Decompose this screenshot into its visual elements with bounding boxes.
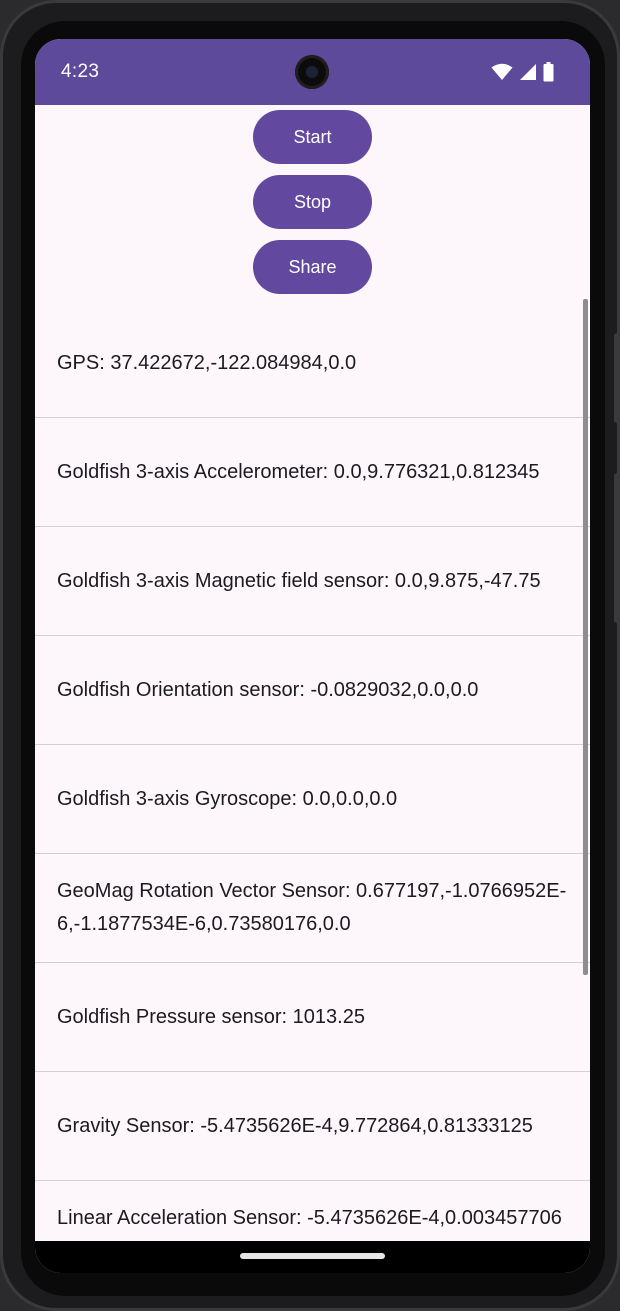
start-button[interactable]: Start bbox=[253, 110, 372, 164]
sensor-reading: Goldfish Pressure sensor: 1013.25 bbox=[57, 1005, 365, 1028]
stop-button[interactable]: Stop bbox=[253, 175, 372, 229]
navigation-bar bbox=[35, 1241, 590, 1273]
list-item: Goldfish 3-axis Gyroscope: 0.0,0.0,0.0 bbox=[35, 745, 590, 854]
sensor-reading: Goldfish 3-axis Magnetic field sensor: 0… bbox=[57, 569, 541, 592]
sensor-reading: Goldfish 3-axis Gyroscope: 0.0,0.0,0.0 bbox=[57, 787, 398, 810]
sensor-reading: GPS: 37.422672,-122.084984,0.0 bbox=[57, 351, 357, 374]
list-item: Linear Acceleration Sensor: -5.4735626E-… bbox=[35, 1181, 590, 1241]
cellular-signal-icon bbox=[520, 64, 536, 80]
sensor-reading: Gravity Sensor: -5.4735626E-4,9.772864,0… bbox=[57, 1114, 533, 1137]
front-camera bbox=[295, 55, 329, 89]
list-item: Gravity Sensor: -5.4735626E-4,9.772864,0… bbox=[35, 1072, 590, 1181]
list-item: Goldfish 3-axis Magnetic field sensor: 0… bbox=[35, 527, 590, 636]
status-icons bbox=[491, 62, 554, 82]
sensor-list[interactable]: GPS: 37.422672,-122.084984,0.0 Goldfish … bbox=[35, 309, 590, 1241]
list-item: Goldfish Pressure sensor: 1013.25 bbox=[35, 963, 590, 1072]
battery-icon bbox=[543, 62, 554, 82]
volume-button bbox=[614, 473, 620, 623]
scrollbar[interactable] bbox=[583, 299, 588, 975]
home-gesture-handle[interactable] bbox=[240, 1253, 385, 1259]
share-button[interactable]: Share bbox=[253, 240, 372, 294]
phone-frame: 4:23 Start Stop Share GPS: 37.422672,-12… bbox=[0, 0, 620, 1311]
status-time: 4:23 bbox=[61, 61, 100, 82]
sensor-reading: Linear Acceleration Sensor: -5.4735626E-… bbox=[57, 1207, 562, 1241]
sensor-reading: Goldfish 3-axis Accelerometer: 0.0,9.776… bbox=[57, 460, 540, 483]
screen: 4:23 Start Stop Share GPS: 37.422672,-12… bbox=[35, 39, 590, 1273]
status-bar: 4:23 bbox=[35, 39, 590, 105]
sensor-reading: GeoMag Rotation Vector Sensor: 0.677197,… bbox=[57, 880, 567, 935]
list-item: Goldfish Orientation sensor: -0.0829032,… bbox=[35, 636, 590, 745]
wifi-icon bbox=[491, 63, 513, 80]
content-area: Start Stop Share GPS: 37.422672,-122.084… bbox=[35, 105, 590, 1241]
sensor-reading: Goldfish Orientation sensor: -0.0829032,… bbox=[57, 678, 479, 701]
list-item: Goldfish 3-axis Accelerometer: 0.0,9.776… bbox=[35, 418, 590, 527]
list-item: GPS: 37.422672,-122.084984,0.0 bbox=[35, 309, 590, 418]
list-item: GeoMag Rotation Vector Sensor: 0.677197,… bbox=[35, 854, 590, 963]
power-button bbox=[614, 333, 620, 423]
